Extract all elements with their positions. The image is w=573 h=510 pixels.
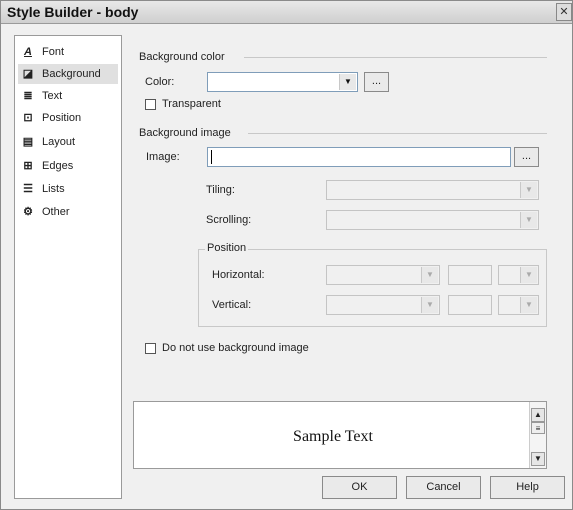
no-background-image-label: Do not use background image [162, 342, 309, 354]
chevron-down-icon: ▼ [520, 212, 537, 228]
sidebar-item-label: Edges [42, 160, 74, 172]
scroll-up-icon[interactable]: ▲ [531, 408, 545, 422]
category-sidebar: A Font ◪ Background ≣ Text ⊡ Position ▤ … [14, 35, 122, 499]
preview-pane: Sample Text ▲ ≡ ▼ [133, 401, 547, 469]
sidebar-item-label: Lists [42, 183, 65, 195]
chevron-down-icon: ▼ [421, 297, 438, 313]
sidebar-item-position[interactable]: ⊡ Position [18, 108, 118, 128]
vertical-value-input[interactable] [448, 295, 492, 315]
other-icon: ⚙ [23, 206, 33, 218]
scroll-down-icon[interactable]: ▼ [531, 452, 545, 466]
sample-text: Sample Text [293, 428, 373, 445]
sidebar-item-font[interactable]: A Font [18, 42, 118, 62]
sidebar-item-lists[interactable]: ☰ Lists [18, 179, 118, 199]
background-icon: ◪ [22, 68, 34, 80]
layout-icon: ▤ [22, 136, 34, 148]
color-browse-button[interactable]: ... [364, 72, 389, 92]
image-path-input[interactable] [207, 147, 511, 167]
scrolling-label: Scrolling: [206, 214, 252, 226]
title-bar[interactable]: Style Builder - body ✕ [1, 1, 572, 24]
font-icon: A [24, 46, 32, 58]
sidebar-item-label: Other [42, 206, 70, 218]
scroll-thumb[interactable]: ≡ [531, 422, 545, 434]
ok-button[interactable]: OK [322, 476, 397, 499]
sidebar-item-label: Layout [42, 136, 76, 148]
sidebar-item-other[interactable]: ⚙ Other [18, 202, 118, 222]
section-divider [248, 133, 547, 134]
tiling-select[interactable]: ▼ [326, 180, 539, 200]
text-icon: ≣ [23, 90, 33, 102]
cancel-button[interactable]: Cancel [406, 476, 481, 499]
no-background-image-checkbox[interactable] [145, 343, 156, 354]
edges-icon: ⊞ [23, 160, 33, 172]
color-select[interactable]: ▼ [207, 72, 358, 92]
horizontal-value-input[interactable] [448, 265, 492, 285]
lists-icon: ☰ [23, 183, 33, 195]
chevron-down-icon: ▼ [339, 74, 356, 90]
preview-scrollbar[interactable]: ▲ ≡ ▼ [529, 402, 546, 468]
close-icon[interactable]: ✕ [556, 3, 572, 21]
sidebar-item-edges[interactable]: ⊞ Edges [18, 156, 118, 176]
sidebar-item-label: Font [42, 46, 65, 58]
transparent-checkbox[interactable] [145, 99, 156, 110]
color-label: Color: [145, 76, 175, 88]
sidebar-item-background[interactable]: ◪ Background [18, 64, 118, 84]
vertical-unit-select[interactable]: ▼ [498, 295, 539, 315]
chevron-down-icon: ▼ [421, 267, 438, 283]
position-icon: ⊡ [23, 112, 33, 124]
chevron-down-icon: ▼ [520, 267, 537, 283]
sidebar-item-layout[interactable]: ▤ Layout [18, 132, 118, 152]
image-label: Image: [146, 151, 180, 163]
chevron-down-icon: ▼ [520, 182, 537, 198]
vertical-select[interactable]: ▼ [326, 295, 440, 315]
horizontal-select[interactable]: ▼ [326, 265, 440, 285]
horizontal-label: Horizontal: [212, 269, 265, 281]
sidebar-item-label: Position [42, 112, 82, 124]
position-group [198, 249, 547, 327]
style-builder-window: Style Builder - body ✕ A Font ◪ Backgrou… [0, 0, 573, 510]
vertical-label: Vertical: [212, 299, 252, 311]
horizontal-unit-select[interactable]: ▼ [498, 265, 539, 285]
sidebar-item-text[interactable]: ≣ Text [18, 86, 118, 106]
section-divider [244, 57, 547, 58]
help-button[interactable]: Help [490, 476, 565, 499]
tiling-label: Tiling: [206, 184, 235, 196]
position-group-label: Position [205, 242, 249, 254]
transparent-label: Transparent [162, 98, 221, 110]
scrolling-select[interactable]: ▼ [326, 210, 539, 230]
image-browse-button[interactable]: ... [514, 147, 539, 167]
background-color-section-label: Background color [139, 51, 225, 63]
sidebar-item-label: Background [42, 68, 101, 80]
background-image-section-label: Background image [139, 127, 231, 139]
text-caret [211, 150, 212, 164]
chevron-down-icon: ▼ [520, 297, 537, 313]
window-title: Style Builder - body [7, 4, 139, 20]
sidebar-item-label: Text [42, 90, 63, 102]
